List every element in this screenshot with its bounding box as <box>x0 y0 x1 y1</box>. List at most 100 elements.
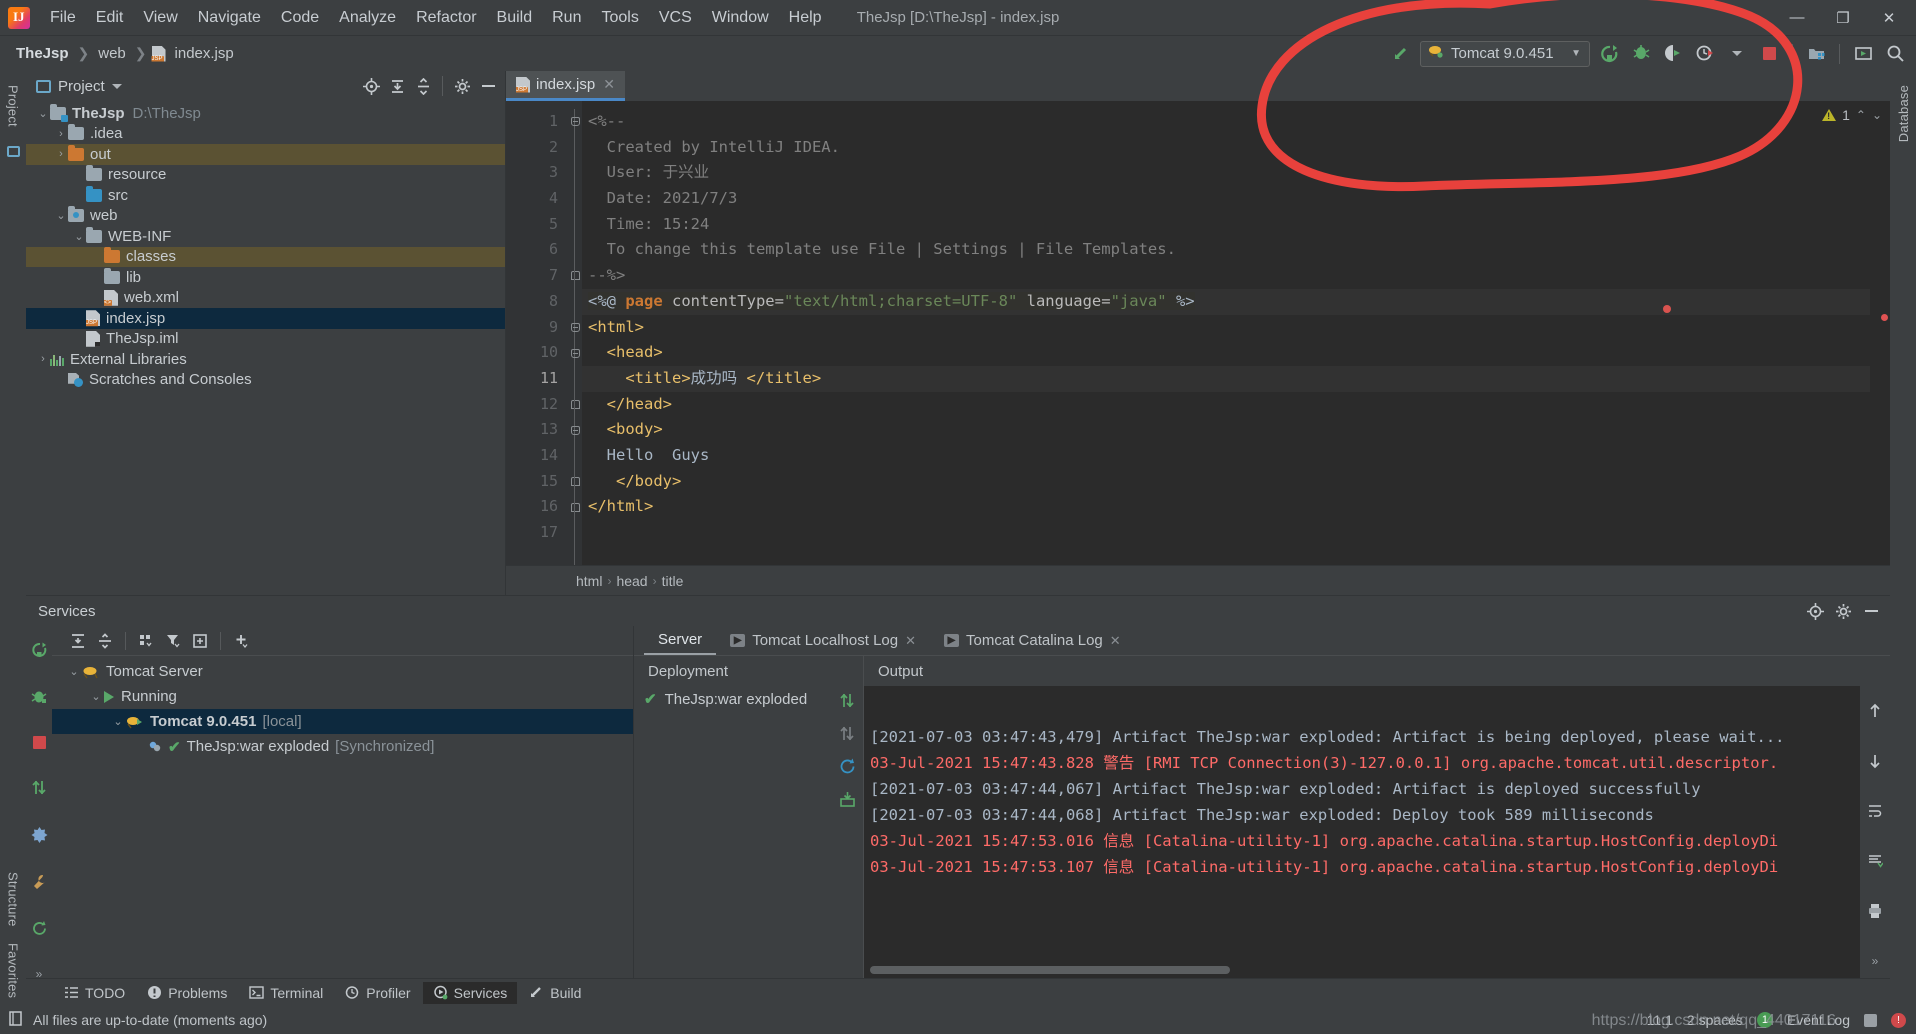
select-opened-file-icon[interactable] <box>360 75 382 97</box>
services-tab-tomcat-localhost-log[interactable]: ▶ Tomcat Localhost Log ✕ <box>716 626 930 655</box>
profiler-icon[interactable] <box>1692 41 1718 67</box>
collapse-all-icon[interactable] <box>412 75 434 97</box>
chevron-down-icon[interactable]: ⌄ <box>88 690 104 703</box>
editor-marker-bar[interactable] <box>1870 101 1890 565</box>
fold-marker[interactable] <box>568 469 582 495</box>
breadcrumb-html[interactable]: html <box>576 573 602 589</box>
tree-node-resource[interactable]: resource <box>26 165 505 186</box>
fold-marker[interactable] <box>568 417 582 443</box>
services-tab-tomcat-catalina-log[interactable]: ▶ Tomcat Catalina Log ✕ <box>930 626 1135 655</box>
services-tree[interactable]: ⌄ Tomcat Server ⌄ Running ⌄ Tomcat 9.0.451 [lo… <box>52 656 633 978</box>
code-line[interactable]: <head> <box>582 340 1870 366</box>
tree-node-classes[interactable]: classes <box>26 246 505 267</box>
code-line[interactable]: <body> <box>582 417 1870 443</box>
print-icon[interactable] <box>1866 902 1884 920</box>
group-by-icon[interactable] <box>134 629 158 653</box>
refresh-icon[interactable] <box>30 920 48 937</box>
stop-icon[interactable] <box>1756 41 1782 67</box>
code-line[interactable]: --%> <box>582 263 1870 289</box>
code-line[interactable] <box>582 520 1870 546</box>
expand-all-icon[interactable] <box>386 75 408 97</box>
menu-item-navigate[interactable]: Navigate <box>188 5 271 31</box>
tool-window-todo[interactable]: TODO <box>54 982 135 1004</box>
event-log-button[interactable]: Event Log <box>1787 1012 1850 1028</box>
services-tree-node-thejsp-war-exploded[interactable]: ✔ TheJsp:war exploded [Synchronized] <box>52 734 633 759</box>
chevron-down-icon[interactable]: ▼ <box>1571 48 1581 59</box>
tree-node-web[interactable]: ⌄ web <box>26 206 505 227</box>
rail-item-project[interactable]: Project <box>6 77 21 135</box>
memory-indicator-icon[interactable] <box>1864 1013 1877 1027</box>
expand-all-icon[interactable] <box>66 629 90 653</box>
hide-icon[interactable] <box>1860 600 1882 622</box>
redeploy-icon[interactable] <box>30 779 48 796</box>
hide-icon[interactable] <box>477 75 499 97</box>
console-horizontal-scrollbar[interactable] <box>870 966 1230 974</box>
close-button[interactable]: ✕ <box>1866 0 1912 35</box>
soft-wrap-icon[interactable] <box>1866 802 1884 820</box>
close-icon[interactable]: ✕ <box>1110 633 1121 649</box>
code-line[interactable]: Hello Guys <box>582 443 1870 469</box>
code-line[interactable]: </html> <box>582 494 1870 520</box>
tool-window-build[interactable]: Build <box>519 982 591 1004</box>
fold-marker[interactable] <box>568 392 582 418</box>
tree-node-lib[interactable]: lib <box>26 267 505 288</box>
close-icon[interactable]: ✕ <box>603 76 615 93</box>
search-everywhere-icon[interactable] <box>1882 41 1908 67</box>
tree-node-thejsp[interactable]: ⌄ TheJsp D:\TheJsp <box>26 103 505 124</box>
breadcrumb-file[interactable]: index.jsp <box>171 43 238 64</box>
tree-node-src[interactable]: src <box>26 185 505 206</box>
chevron-down-icon[interactable]: ⌄ <box>72 230 86 243</box>
console-output[interactable]: [2021-07-03 03:47:43,479] Artifact TheJs… <box>864 686 1860 978</box>
editor-tab-index-jsp[interactable]: index.jsp ✕ <box>506 71 625 101</box>
code-line[interactable]: To change this template use File | Setti… <box>582 237 1870 263</box>
menu-item-edit[interactable]: Edit <box>86 5 134 31</box>
breadcrumb-web[interactable]: web <box>94 43 130 64</box>
tree-node--idea[interactable]: › .idea <box>26 124 505 145</box>
menu-item-help[interactable]: Help <box>779 5 832 31</box>
wrench-icon[interactable] <box>30 873 48 890</box>
project-file-tree[interactable]: ⌄ TheJsp D:\TheJsp › .idea › out resource src ⌄ we… <box>26 101 505 595</box>
rerun-icon[interactable] <box>30 642 48 659</box>
code-line[interactable]: <%-- <box>582 109 1870 135</box>
rail-item-database[interactable]: Database <box>1896 77 1911 150</box>
debug-icon[interactable] <box>30 689 48 706</box>
tool-window-services[interactable]: Services <box>422 981 518 1004</box>
breadcrumb-head[interactable]: head <box>616 573 647 589</box>
rail-item-structure[interactable]: Structure <box>6 864 21 935</box>
chevron-down-icon[interactable] <box>1724 41 1750 67</box>
breadcrumb-title[interactable]: title <box>662 573 684 589</box>
settings-icon[interactable] <box>30 826 48 843</box>
services-tree-node-tomcat-server[interactable]: ⌄ Tomcat Server <box>52 659 633 684</box>
project-structure-icon[interactable] <box>1803 41 1829 67</box>
update-running-app-icon[interactable] <box>1850 41 1876 67</box>
code-line[interactable]: </head> <box>582 392 1870 418</box>
tree-node-thejsp-iml[interactable]: TheJsp.iml <box>26 329 505 350</box>
menu-item-build[interactable]: Build <box>487 5 543 31</box>
prev-problem-icon[interactable]: ⌃ <box>1856 108 1866 122</box>
maximize-button[interactable]: ❐ <box>1820 0 1866 35</box>
notification-icon[interactable]: ! <box>1891 1012 1906 1028</box>
code-line[interactable]: <%@ page contentType="text/html;charset=… <box>582 288 1870 315</box>
menu-item-vcs[interactable]: VCS <box>649 5 702 31</box>
inspection-widget[interactable]: 1 ⌃ ⌄ <box>1798 101 1890 129</box>
restart-icon[interactable] <box>837 789 857 809</box>
code-line[interactable]: <title>成功吗 </title> <box>582 365 1870 392</box>
menu-item-view[interactable]: View <box>133 5 187 31</box>
code-line[interactable]: Time: 15:24 <box>582 212 1870 238</box>
chevron-right-icon[interactable]: › <box>54 148 68 160</box>
locate-icon[interactable] <box>1804 600 1826 622</box>
debug-icon[interactable] <box>1628 41 1654 67</box>
run-icon[interactable] <box>1596 41 1622 67</box>
settings-gear-icon[interactable] <box>1832 600 1854 622</box>
code-line[interactable]: </body> <box>582 469 1870 495</box>
code-folding-column[interactable] <box>568 101 582 565</box>
menu-item-run[interactable]: Run <box>542 5 591 31</box>
code-line[interactable]: User: 于兴业 <box>582 160 1870 186</box>
chevron-right-icon[interactable]: › <box>54 128 68 140</box>
close-icon[interactable]: ✕ <box>905 633 916 649</box>
scroll-to-end-icon[interactable] <box>1866 852 1884 870</box>
code-line[interactable]: Date: 2021/7/3 <box>582 186 1870 212</box>
code-line[interactable]: <html> <box>582 315 1870 341</box>
rail-item-favorites[interactable]: Favorites <box>6 935 21 1006</box>
scroll-down-icon[interactable] <box>1866 752 1884 770</box>
